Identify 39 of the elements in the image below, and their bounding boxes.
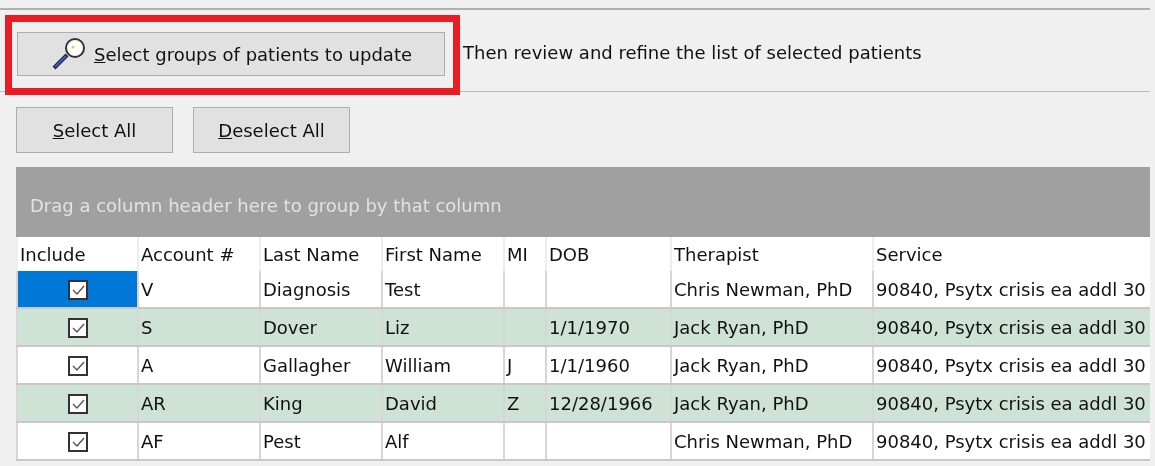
- checkbox[interactable]: [67, 318, 88, 338]
- table-cell: David: [382, 384, 504, 422]
- table-cell: AR: [138, 384, 260, 422]
- table-cell: 90840, Psytx crisis ea addl 30: [873, 422, 1150, 460]
- hint-text: Then review and refine the list of selected patients: [463, 42, 922, 63]
- table-cell: 12/28/1966: [546, 384, 671, 422]
- include-cell[interactable]: [17, 308, 138, 346]
- include-cell[interactable]: [17, 384, 138, 422]
- checkbox[interactable]: [67, 394, 88, 414]
- selection-button[interactable]: Select All: [16, 107, 173, 153]
- select-groups-button[interactable]: Select groups of patients to update: [17, 32, 445, 76]
- table-cell: 90840, Psytx crisis ea addl 30: [873, 308, 1150, 346]
- column-header[interactable]: Last Name: [260, 237, 382, 271]
- column-header[interactable]: MI: [504, 237, 546, 271]
- table-cell: Jack Ryan, PhD: [671, 384, 873, 422]
- table-cell: King: [260, 384, 382, 422]
- checkbox[interactable]: [67, 432, 88, 452]
- table-cell: 90840, Psytx crisis ea addl 30: [873, 384, 1150, 422]
- table-cell: 1/1/1970: [546, 308, 671, 346]
- table-cell: Chris Newman, PhD: [671, 422, 873, 460]
- table-cell: Pest: [260, 422, 382, 460]
- include-cell[interactable]: [17, 271, 138, 308]
- table-cell: Jack Ryan, PhD: [671, 308, 873, 346]
- checkbox[interactable]: [67, 356, 88, 376]
- column-header[interactable]: DOB: [546, 237, 671, 271]
- checkbox[interactable]: [67, 280, 88, 300]
- column-header[interactable]: Therapist: [671, 237, 873, 271]
- selection-button[interactable]: Deselect All: [193, 107, 350, 153]
- table-cell: Alf: [382, 422, 504, 460]
- table-cell: Dover: [260, 308, 382, 346]
- table-cell: AF: [138, 422, 260, 460]
- table-cell: Liz: [382, 308, 504, 346]
- column-header[interactable]: First Name: [382, 237, 504, 271]
- table-cell: S: [138, 308, 260, 346]
- column-header[interactable]: Service: [873, 237, 1150, 271]
- column-header[interactable]: Account #: [138, 237, 260, 271]
- include-cell[interactable]: [17, 422, 138, 460]
- table-cell: Z: [504, 384, 546, 422]
- group-panel-hint: Drag a column header here to group by that column: [30, 194, 502, 216]
